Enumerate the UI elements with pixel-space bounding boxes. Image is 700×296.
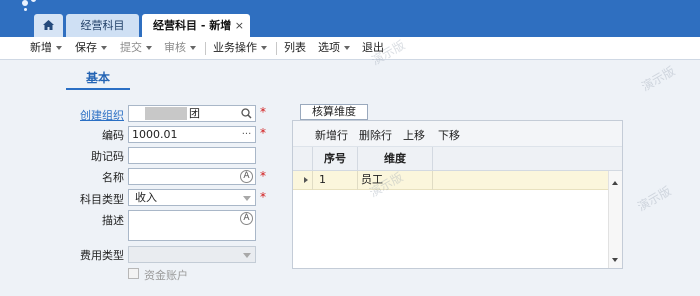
business-ops-button[interactable]: 业务操作 [213, 37, 267, 59]
title-bar: 经营科目 经营科目 - 新增 × [0, 0, 700, 37]
new-button[interactable]: 新增 [30, 37, 62, 59]
options-button[interactable]: 选项 [318, 37, 350, 59]
table-row[interactable]: 1 员工 [293, 171, 608, 190]
chevron-down-icon [101, 46, 107, 50]
scroll-down-icon[interactable] [612, 258, 618, 262]
mnemonic-field[interactable] [128, 147, 256, 164]
fund-account-label: 资金账户 [144, 269, 188, 282]
chevron-down-icon [243, 196, 251, 201]
logo-icon [22, 0, 42, 12]
vertical-scrollbar[interactable] [608, 171, 622, 268]
code-value: 1000.01 [132, 128, 178, 141]
list-button[interactable]: 列表 [284, 37, 306, 59]
options-label: 选项 [318, 41, 340, 54]
tab-accounts-new[interactable]: 经营科目 - 新增 × [142, 14, 250, 37]
exit-button[interactable]: 退出 [362, 37, 384, 59]
column-header-dimension: 维度 [358, 147, 433, 171]
org-value: 团 [189, 107, 200, 120]
more-icon[interactable]: ··· [240, 128, 253, 141]
tab-dimension[interactable]: 核算维度 [300, 104, 368, 120]
submit-button[interactable]: 提交 [120, 37, 152, 59]
cell-dimension[interactable]: 员工 [358, 171, 433, 190]
audit-label: 审核 [164, 41, 186, 54]
tab-active-label: 经营科目 - 新增 [153, 19, 232, 32]
chevron-down-icon [190, 46, 196, 50]
name-label: 名称 [102, 171, 124, 184]
grid-header: 序号 维度 [293, 147, 622, 171]
required-mark: * [260, 169, 266, 183]
toolbar-divider [276, 42, 277, 55]
multilang-icon[interactable]: A [240, 212, 253, 225]
save-label: 保存 [75, 41, 97, 54]
expense-type-select[interactable] [128, 246, 256, 263]
type-select[interactable]: 收入 [128, 189, 256, 206]
new-label: 新增 [30, 41, 52, 54]
tab-accounts[interactable]: 经营科目 [66, 14, 139, 37]
dimension-grid: 新增行 删除行 上移 下移 序号 维度 1 员工 [292, 120, 623, 269]
mnemonic-label: 助记码 [91, 150, 124, 163]
tab-basic[interactable]: 基本 [66, 68, 130, 90]
row-indicator [293, 171, 313, 190]
toolbar: 新增 保存 提交 审核 业务操作 列表 选项 退出 [0, 37, 700, 60]
type-label: 科目类型 [80, 193, 124, 206]
home-icon [43, 20, 54, 30]
multilang-icon[interactable]: A [240, 170, 253, 183]
audit-button[interactable]: 审核 [164, 37, 196, 59]
chevron-down-icon [261, 46, 267, 50]
delete-row-button[interactable]: 删除行 [359, 127, 392, 143]
row-pointer-icon [304, 177, 308, 183]
save-button[interactable]: 保存 [75, 37, 107, 59]
type-value: 收入 [135, 191, 157, 204]
code-field[interactable]: 1000.01 ··· [128, 126, 256, 143]
submit-label: 提交 [120, 41, 142, 54]
expense-type-label: 费用类型 [80, 249, 124, 262]
description-field[interactable]: A [128, 210, 256, 241]
chevron-down-icon [146, 46, 152, 50]
move-up-button[interactable]: 上移 [403, 127, 425, 143]
row-indicator-header [293, 147, 313, 171]
scroll-up-icon[interactable] [612, 181, 618, 185]
move-down-button[interactable]: 下移 [438, 127, 460, 143]
grid-toolbar: 新增行 删除行 上移 下移 [293, 121, 622, 147]
org-label[interactable]: 创建组织 [80, 107, 124, 123]
toolbar-divider [205, 42, 206, 55]
required-mark: * [260, 105, 266, 119]
tab-home[interactable] [34, 14, 63, 37]
chevron-down-icon [344, 46, 350, 50]
required-mark: * [260, 126, 266, 140]
description-label: 描述 [102, 214, 124, 227]
column-header-no: 序号 [313, 147, 358, 171]
name-field[interactable]: A [128, 168, 256, 185]
cell-no[interactable]: 1 [313, 171, 358, 190]
required-mark: * [260, 190, 266, 204]
code-label: 编码 [102, 129, 124, 142]
close-icon[interactable]: × [235, 14, 244, 37]
fund-account-checkbox[interactable] [128, 268, 139, 279]
add-row-button[interactable]: 新增行 [315, 127, 348, 143]
chevron-down-icon [56, 46, 62, 50]
org-field[interactable]: 团 [128, 105, 256, 122]
chevron-down-icon [243, 253, 251, 258]
masked-text [145, 107, 187, 120]
business-ops-label: 业务操作 [213, 41, 257, 54]
search-icon[interactable] [240, 107, 253, 120]
